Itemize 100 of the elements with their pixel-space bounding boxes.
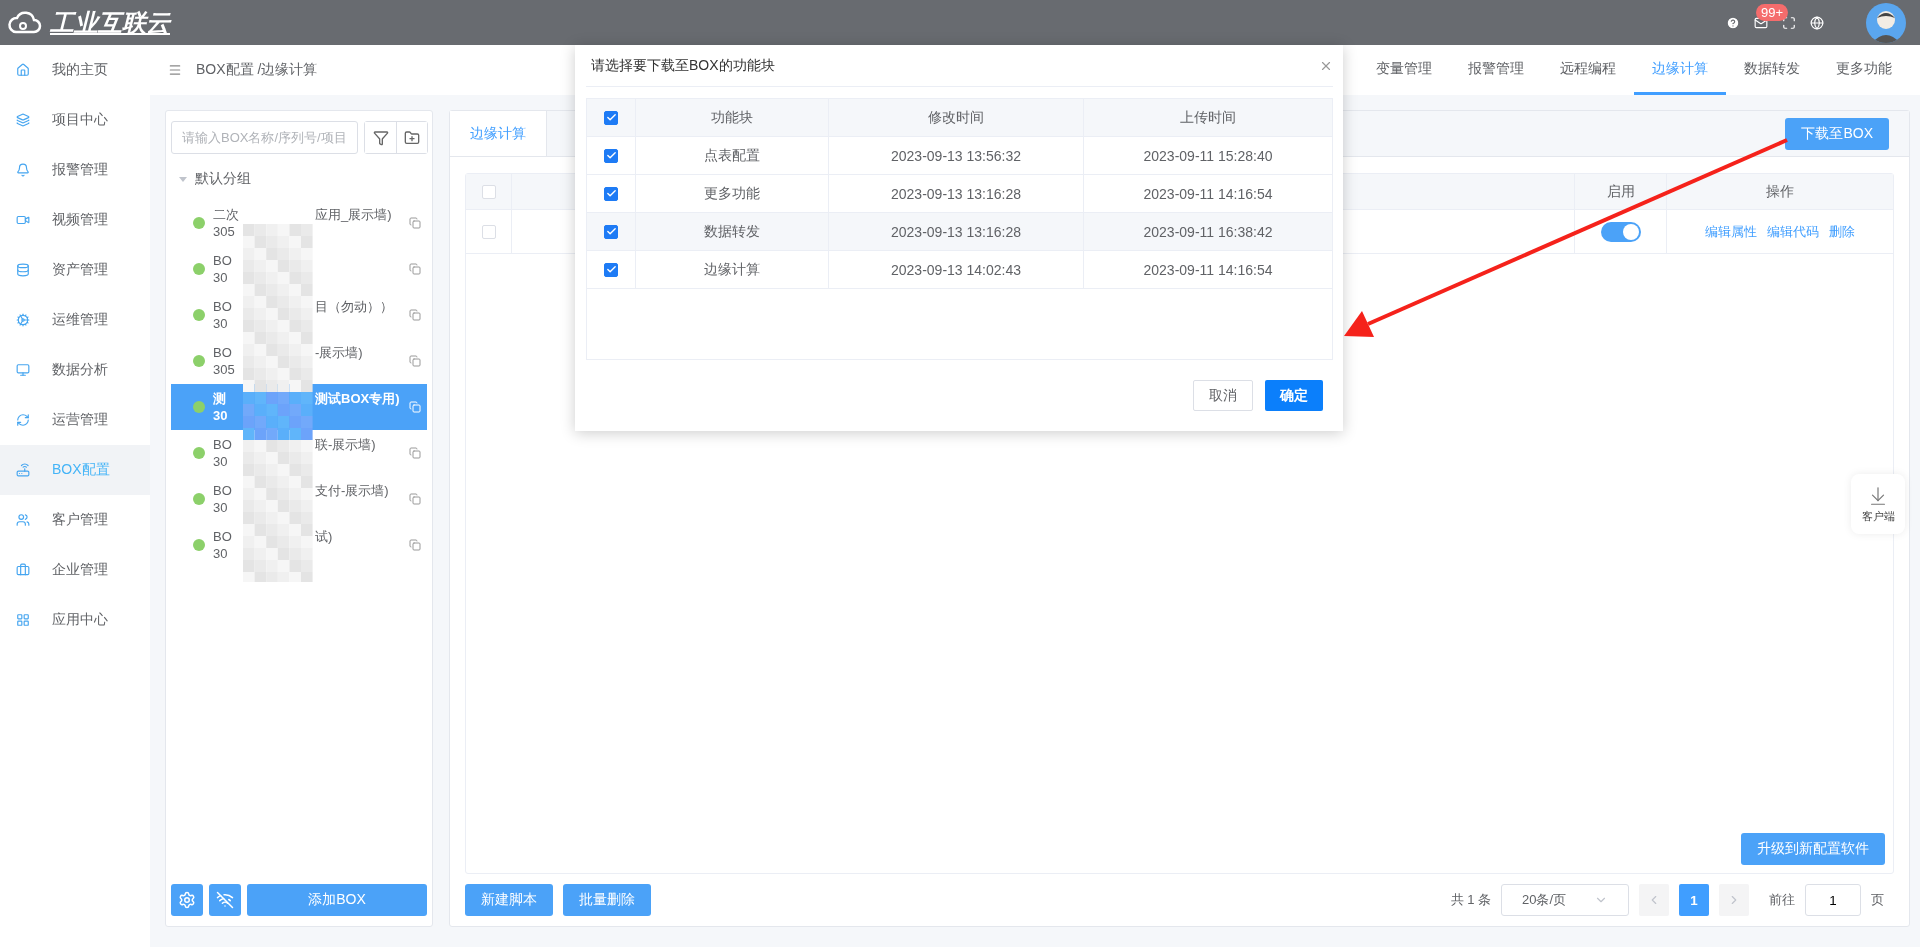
device-serial: 305 <box>213 361 236 378</box>
tab[interactable]: 数据转发 <box>1726 45 1818 95</box>
breadcrumb: BOX配置 /边缘计算 <box>196 61 318 79</box>
cloud-logo-icon <box>8 9 44 36</box>
sidebar-label: BOX配置 <box>52 461 110 479</box>
notification-badge: 99+ <box>1756 3 1789 21</box>
sidebar-item[interactable]: 应用中心 <box>0 595 150 645</box>
table-cell: 边缘计算 <box>704 260 760 279</box>
page-size-select[interactable]: 20条/页 <box>1501 884 1629 916</box>
help-icon[interactable] <box>1726 15 1740 30</box>
sidebar-label: 资产管理 <box>52 261 108 279</box>
column-header: 功能块 <box>711 108 753 127</box>
globe-icon[interactable] <box>1810 15 1824 30</box>
menu-icon[interactable] <box>168 63 182 77</box>
avatar[interactable] <box>1866 2 1906 43</box>
router-icon <box>16 463 30 477</box>
dialog-title: 请选择要下载至BOX的功能块 <box>591 56 775 75</box>
grid-icon <box>16 613 30 627</box>
device-serial: 30 <box>213 453 229 470</box>
device-name: BO <box>213 482 233 499</box>
settings-icon <box>178 891 196 909</box>
device-serial: 30 <box>213 407 229 424</box>
checkbox[interactable] <box>604 262 618 277</box>
device-name: 试) <box>315 528 333 545</box>
tab[interactable]: 远程编程 <box>1542 45 1634 95</box>
tab[interactable]: 变量管理 <box>1358 45 1450 95</box>
tab[interactable]: 报警管理 <box>1450 45 1542 95</box>
sidebar-item[interactable]: 数据分析 <box>0 345 150 395</box>
sidebar-item[interactable]: 运维管理 <box>0 295 150 345</box>
confirm-button[interactable]: 确定 <box>1265 380 1323 411</box>
settings-button[interactable] <box>171 884 203 916</box>
sidebar-item[interactable]: 资产管理 <box>0 245 150 295</box>
sidebar-item[interactable]: 报警管理 <box>0 145 150 195</box>
device-name: BO <box>213 344 233 361</box>
device-serial: 30 <box>213 315 229 332</box>
device-name: -展示墙) <box>315 344 363 361</box>
tab[interactable]: 更多功能 <box>1818 45 1910 95</box>
sidebar-label: 数据分析 <box>52 361 108 379</box>
layers-icon <box>16 113 30 127</box>
copy-icon[interactable] <box>409 447 421 459</box>
checkbox[interactable] <box>604 110 618 125</box>
client-download-button[interactable]: 客户端 <box>1851 474 1905 534</box>
add-folder-button[interactable] <box>396 122 427 153</box>
table-cell: 点表配置 <box>704 146 760 165</box>
total-count: 共 1 条 <box>1450 891 1491 909</box>
checkbox[interactable] <box>604 224 618 239</box>
sidebar-item[interactable]: 客户管理 <box>0 495 150 545</box>
caret-icon <box>179 176 187 182</box>
column-header: 操作 <box>1766 182 1794 201</box>
device-name: 二次 <box>213 206 240 223</box>
users-icon <box>16 513 30 527</box>
sidebar-label: 我的主页 <box>52 61 108 79</box>
page-input[interactable]: 1 <box>1805 884 1861 916</box>
device-name: BO <box>213 298 233 315</box>
device-name: 目（勿动）） <box>315 298 393 315</box>
copy-icon[interactable] <box>409 263 421 275</box>
bell-icon <box>16 163 30 177</box>
search-field[interactable]: 请输入BOX名称/序列号/项目 <box>171 121 358 154</box>
column-header: 上传时间 <box>1180 108 1236 127</box>
device-name: 测试BOX专用) <box>315 390 400 407</box>
checkbox[interactable] <box>604 148 618 163</box>
cancel-button[interactable]: 取消 <box>1193 380 1253 411</box>
sidebar-label: 报警管理 <box>52 161 108 179</box>
logo-text: 工业互联云 <box>50 7 170 38</box>
copy-icon[interactable] <box>409 309 421 321</box>
device-name: BO <box>213 252 233 269</box>
table-cell: 更多功能 <box>704 184 760 203</box>
sidebar-item[interactable]: 项目中心 <box>0 95 150 145</box>
table-cell: 2023-09-11 14:16:54 <box>1143 185 1273 202</box>
sidebar-item[interactable]: 运营管理 <box>0 395 150 445</box>
device-name: 应用_展示墙) <box>315 206 392 223</box>
fullscreen-icon[interactable] <box>1782 15 1796 30</box>
copy-icon[interactable] <box>409 217 421 229</box>
page-unit: 页 <box>1871 891 1884 909</box>
group-label[interactable]: 默认分组 <box>195 170 251 188</box>
checkbox[interactable] <box>604 186 618 201</box>
filter-icon <box>372 129 389 146</box>
device-serial: 30 <box>213 545 229 562</box>
client-label: 客户端 <box>1861 508 1895 524</box>
sidebar-item[interactable]: 视频管理 <box>0 195 150 245</box>
toggle-switch[interactable] <box>1600 221 1641 242</box>
wifi-off-button[interactable] <box>209 884 241 916</box>
sidebar-item[interactable]: 我的主页 <box>0 45 150 95</box>
table-cell: 2023-09-11 15:28:40 <box>1143 147 1273 164</box>
database-icon <box>16 263 30 277</box>
copy-icon[interactable] <box>409 355 421 367</box>
sidebar-label: 企业管理 <box>52 561 108 579</box>
goto-label: 前往 <box>1769 891 1795 909</box>
device-name: 联-展示墙) <box>315 436 376 453</box>
sidebar-label: 应用中心 <box>52 611 108 629</box>
copy-icon[interactable] <box>409 401 421 413</box>
device-name: BO <box>213 528 233 545</box>
column-header: 修改时间 <box>928 108 984 127</box>
sidebar-item[interactable]: 企业管理 <box>0 545 150 595</box>
copy-icon[interactable] <box>409 539 421 551</box>
gear-icon <box>16 313 30 327</box>
table-cell: 2023-09-13 13:16:28 <box>891 223 1021 240</box>
device-serial: 30 <box>213 499 229 516</box>
table-cell: 2023-09-13 13:16:28 <box>891 185 1021 202</box>
copy-icon[interactable] <box>409 493 421 505</box>
